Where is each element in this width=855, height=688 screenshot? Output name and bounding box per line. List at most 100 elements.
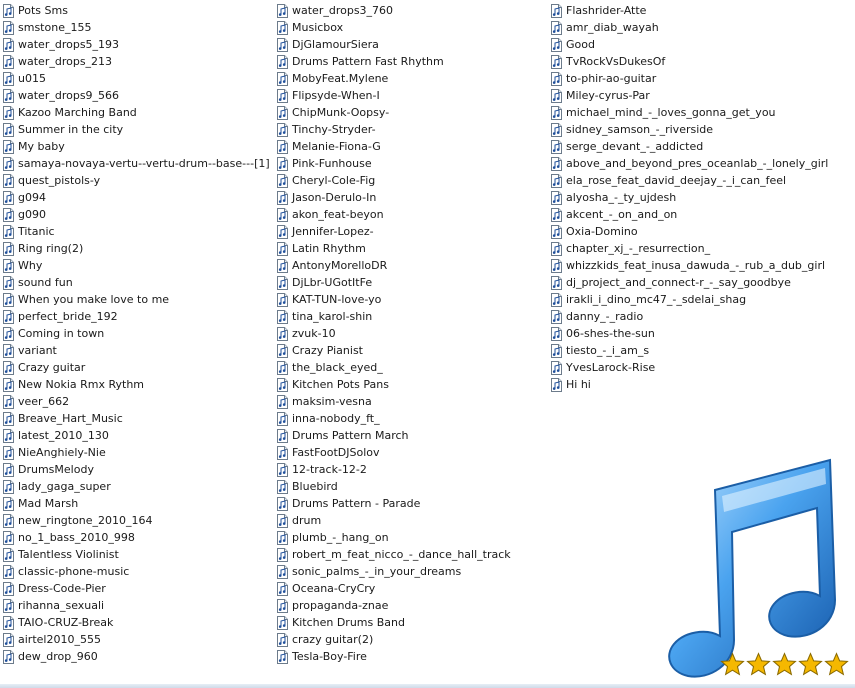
file-item[interactable]: Musicbox bbox=[277, 19, 547, 36]
file-item[interactable]: water_drops9_566 bbox=[3, 87, 273, 104]
file-item[interactable]: airtel2010_555 bbox=[3, 631, 273, 648]
file-item[interactable]: YvesLarock-Rise bbox=[551, 359, 851, 376]
file-item[interactable]: quest_pistols-y bbox=[3, 172, 273, 189]
file-item[interactable]: Kitchen Pots Pans bbox=[277, 376, 547, 393]
file-item[interactable]: 06-shes-the-sun bbox=[551, 325, 851, 342]
file-item[interactable]: latest_2010_130 bbox=[3, 427, 273, 444]
file-item[interactable]: DrumsMelody bbox=[3, 461, 273, 478]
file-item[interactable]: ChipMunk-Oopsy- bbox=[277, 104, 547, 121]
file-item[interactable]: Bluebird bbox=[277, 478, 547, 495]
file-item[interactable]: DjLbr-UGotItFe bbox=[277, 274, 547, 291]
file-item[interactable]: lady_gaga_super bbox=[3, 478, 273, 495]
file-item[interactable]: amr_diab_wayah bbox=[551, 19, 851, 36]
file-item[interactable]: water_drops_213 bbox=[3, 53, 273, 70]
file-item[interactable]: smstone_155 bbox=[3, 19, 273, 36]
file-item[interactable]: the_black_eyed_ bbox=[277, 359, 547, 376]
file-item[interactable]: akcent_-_on_and_on bbox=[551, 206, 851, 223]
file-item[interactable]: akon_feat-beyon bbox=[277, 206, 547, 223]
file-item[interactable]: dew_drop_960 bbox=[3, 648, 273, 665]
file-item[interactable]: crazy guitar(2) bbox=[277, 631, 547, 648]
file-item[interactable]: tiesto_-_i_am_s bbox=[551, 342, 851, 359]
file-item[interactable]: Crazy Pianist bbox=[277, 342, 547, 359]
file-item[interactable]: perfect_bride_192 bbox=[3, 308, 273, 325]
file-item[interactable]: no_1_bass_2010_998 bbox=[3, 529, 273, 546]
file-item[interactable]: Pots Sms bbox=[3, 2, 273, 19]
file-item[interactable]: Dress-Code-Pier bbox=[3, 580, 273, 597]
file-item[interactable]: Good bbox=[551, 36, 851, 53]
file-item[interactable]: Drums Pattern Fast Rhythm bbox=[277, 53, 547, 70]
file-item[interactable]: alyosha_-_ty_ujdesh bbox=[551, 189, 851, 206]
file-item[interactable]: MobyFeat.Mylene bbox=[277, 70, 547, 87]
file-item[interactable]: veer_662 bbox=[3, 393, 273, 410]
file-item[interactable]: NieAnghiely-Nie bbox=[3, 444, 273, 461]
file-item[interactable]: FastFootDJSolov bbox=[277, 444, 547, 461]
file-item[interactable]: Oxia-Domino bbox=[551, 223, 851, 240]
file-item[interactable]: Oceana-CryCry bbox=[277, 580, 547, 597]
file-item[interactable]: 12-track-12-2 bbox=[277, 461, 547, 478]
file-item[interactable]: serge_devant_-_addicted bbox=[551, 138, 851, 155]
file-item[interactable]: above_and_beyond_pres_oceanlab_-_lonely_… bbox=[551, 155, 851, 172]
file-item[interactable]: Jason-Derulo-In bbox=[277, 189, 547, 206]
file-item[interactable]: DjGlamourSiera bbox=[277, 36, 547, 53]
file-item[interactable]: dj_project_and_connect-r_-_say_goodbye bbox=[551, 274, 851, 291]
file-item[interactable]: Cheryl-Cole-Fig bbox=[277, 172, 547, 189]
file-item[interactable]: samaya-novaya-vertu--vertu-drum--base---… bbox=[3, 155, 273, 172]
file-item[interactable]: Tesla-Boy-Fire bbox=[277, 648, 547, 665]
file-item[interactable]: sound fun bbox=[3, 274, 273, 291]
file-item[interactable]: water_drops3_760 bbox=[277, 2, 547, 19]
file-item[interactable]: maksim-vesna bbox=[277, 393, 547, 410]
file-item[interactable]: rihanna_sexuali bbox=[3, 597, 273, 614]
file-item[interactable]: sonic_palms_-_in_your_dreams bbox=[277, 563, 547, 580]
file-item[interactable]: Flipsyde-When-I bbox=[277, 87, 547, 104]
file-item[interactable]: variant bbox=[3, 342, 273, 359]
file-item[interactable]: drum bbox=[277, 512, 547, 529]
file-item[interactable]: g094 bbox=[3, 189, 273, 206]
file-item[interactable]: Crazy guitar bbox=[3, 359, 273, 376]
file-item[interactable]: Pink-Funhouse bbox=[277, 155, 547, 172]
file-item[interactable]: robert_m_feat_nicco_-_dance_hall_track bbox=[277, 546, 547, 563]
file-item[interactable]: zvuk-10 bbox=[277, 325, 547, 342]
file-item[interactable]: tina_karol-shin bbox=[277, 308, 547, 325]
file-item[interactable]: Drums Pattern March bbox=[277, 427, 547, 444]
file-item[interactable]: Miley-cyrus-Par bbox=[551, 87, 851, 104]
file-item[interactable]: u015 bbox=[3, 70, 273, 87]
file-item[interactable]: New Nokia Rmx Rythm bbox=[3, 376, 273, 393]
file-item[interactable]: plumb_-_hang_on bbox=[277, 529, 547, 546]
file-item[interactable]: Coming in town bbox=[3, 325, 273, 342]
file-item[interactable]: water_drops5_193 bbox=[3, 36, 273, 53]
file-item[interactable]: Flashrider-Atte bbox=[551, 2, 851, 19]
file-item[interactable]: danny_-_radio bbox=[551, 308, 851, 325]
file-item[interactable]: Why bbox=[3, 257, 273, 274]
file-item[interactable]: Mad Marsh bbox=[3, 495, 273, 512]
file-item[interactable]: TAIO-CRUZ-Break bbox=[3, 614, 273, 631]
file-item[interactable]: Tinchy-Stryder- bbox=[277, 121, 547, 138]
file-item[interactable]: ela_rose_feat_david_deejay_-_i_can_feel bbox=[551, 172, 851, 189]
file-item[interactable]: Melanie-Fiona-G bbox=[277, 138, 547, 155]
file-item[interactable]: inna-nobody_ft_ bbox=[277, 410, 547, 427]
file-item[interactable]: g090 bbox=[3, 206, 273, 223]
file-item[interactable]: Jennifer-Lopez- bbox=[277, 223, 547, 240]
file-item[interactable]: Hi hi bbox=[551, 376, 851, 393]
file-item[interactable]: Summer in the city bbox=[3, 121, 273, 138]
file-item[interactable]: chapter_xj_-_resurrection_ bbox=[551, 240, 851, 257]
file-item[interactable]: new_ringtone_2010_164 bbox=[3, 512, 273, 529]
file-item[interactable]: Titanic bbox=[3, 223, 273, 240]
file-item[interactable]: sidney_samson_-_riverside bbox=[551, 121, 851, 138]
file-item[interactable]: propaganda-znae bbox=[277, 597, 547, 614]
file-item[interactable]: irakli_i_dino_mc47_-_sdelai_shag bbox=[551, 291, 851, 308]
file-item[interactable]: Breave_Hart_Music bbox=[3, 410, 273, 427]
file-item[interactable]: whizzkids_feat_inusa_dawuda_-_rub_a_dub_… bbox=[551, 257, 851, 274]
file-item[interactable]: Ring ring(2) bbox=[3, 240, 273, 257]
file-item[interactable]: Drums Pattern - Parade bbox=[277, 495, 547, 512]
file-item[interactable]: to-phir-ao-guitar bbox=[551, 70, 851, 87]
file-item[interactable]: Latin Rhythm bbox=[277, 240, 547, 257]
file-item[interactable]: When you make love to me bbox=[3, 291, 273, 308]
file-item[interactable]: My baby bbox=[3, 138, 273, 155]
file-item[interactable]: classic-phone-music bbox=[3, 563, 273, 580]
file-item[interactable]: michael_mind_-_loves_gonna_get_you bbox=[551, 104, 851, 121]
file-item[interactable]: AntonyMorelloDR bbox=[277, 257, 547, 274]
file-item[interactable]: Kazoo Marching Band bbox=[3, 104, 273, 121]
file-item[interactable]: KAT-TUN-love-yo bbox=[277, 291, 547, 308]
file-item[interactable]: Kitchen Drums Band bbox=[277, 614, 547, 631]
file-item[interactable]: TvRockVsDukesOf bbox=[551, 53, 851, 70]
